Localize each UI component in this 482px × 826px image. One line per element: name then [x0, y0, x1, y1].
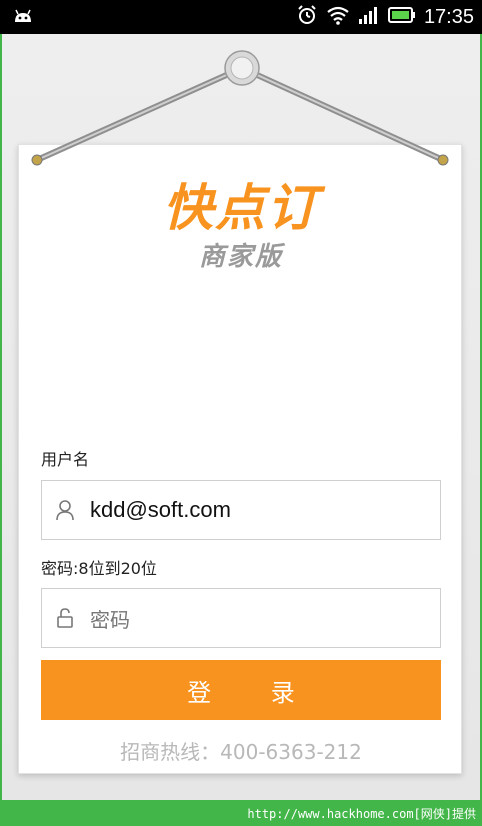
username-value: kdd@soft.com [90, 497, 231, 522]
signal-icon [358, 6, 380, 28]
app-logo-title: 快点订 [163, 179, 319, 237]
username-label: 用户名 [41, 450, 90, 469]
status-bar: 17:35 [0, 0, 482, 34]
username-field[interactable]: kdd@soft.com [41, 480, 441, 540]
wifi-icon [326, 5, 350, 29]
status-time: 17:35 [423, 5, 474, 28]
alarm-icon [296, 4, 318, 30]
android-icon [12, 7, 34, 29]
password-field[interactable]: 密码 [41, 588, 441, 648]
password-label: 密码:8位到20位 [41, 559, 157, 578]
lock-icon [54, 607, 76, 629]
password-placeholder: 密码 [90, 607, 130, 632]
login-button[interactable]: 登 录 [41, 660, 441, 720]
watermark-bar: http://www.hackhome.com[网侠]提供 [0, 800, 482, 826]
hotline-text: 招商热线：400-6363-212 [120, 740, 362, 764]
watermark-text: http://www.hackhome.com[网侠]提供 [247, 806, 476, 821]
user-icon [54, 499, 76, 521]
app-logo-subtitle: 商家版 [198, 242, 283, 272]
battery-icon [387, 7, 416, 27]
